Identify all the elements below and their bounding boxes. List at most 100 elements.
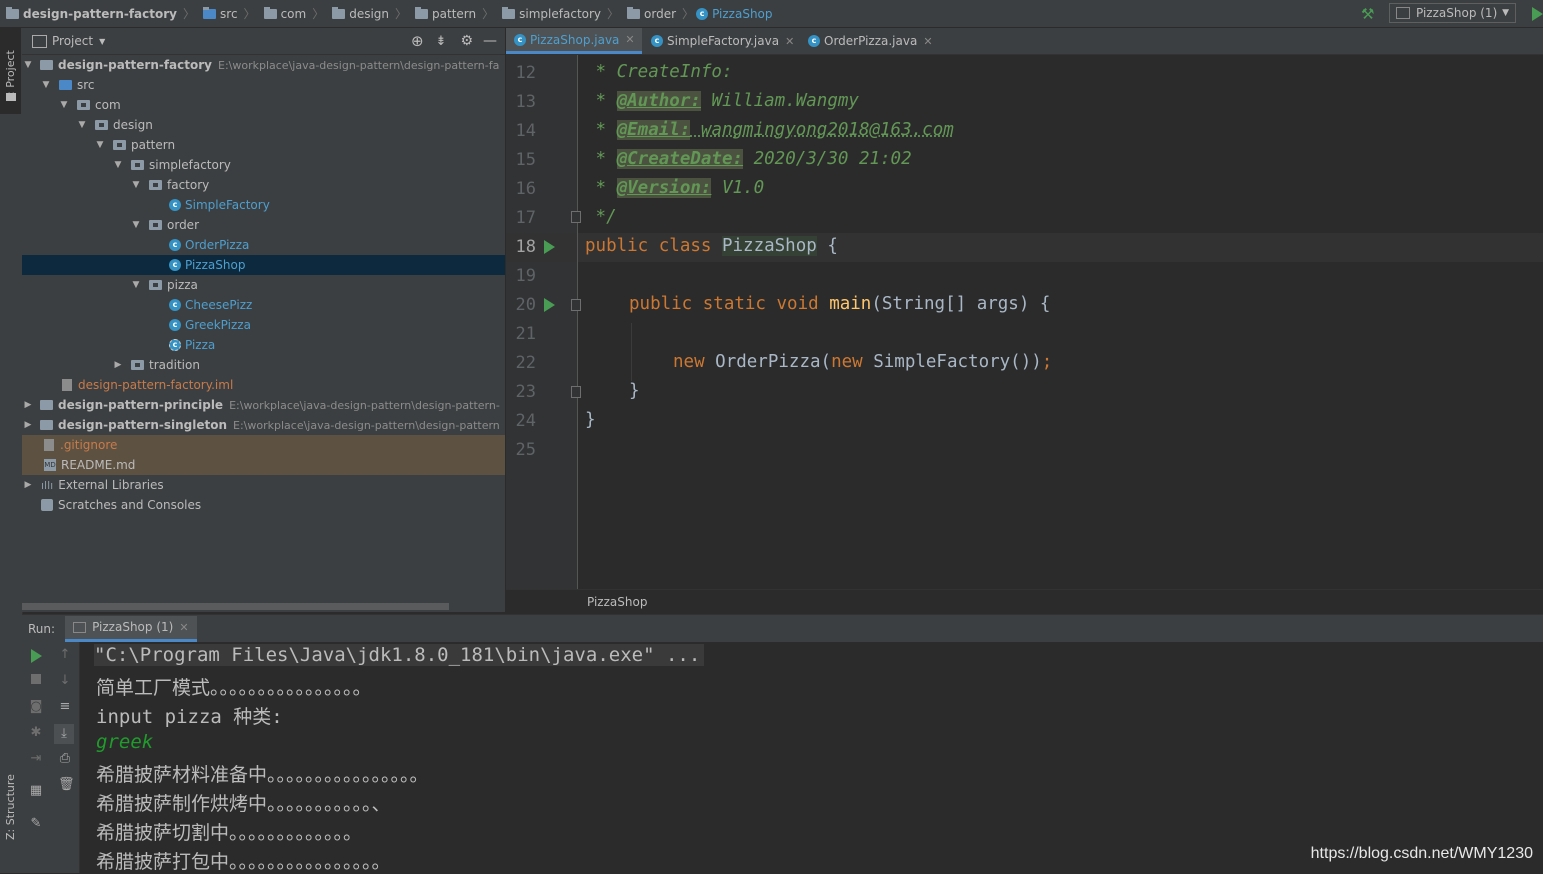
rerun-icon[interactable] <box>31 649 42 663</box>
project-tool-button[interactable]: 1: Project <box>0 28 21 114</box>
console-input-line: greek <box>96 731 154 753</box>
tree-item-factory[interactable]: ▼ factory <box>130 175 210 195</box>
close-icon[interactable]: ✕ <box>785 35 794 48</box>
tree-item-pizza-class[interactable]: c Pizza <box>169 335 215 355</box>
file-icon <box>44 439 54 451</box>
crumb-com[interactable]: com <box>258 6 306 21</box>
camera-icon[interactable]: ◙ <box>29 700 43 714</box>
tree-item-design-pattern-singleton[interactable]: ▶ design-pattern-singleton E:\workplace\j… <box>22 415 505 435</box>
package-icon <box>415 6 429 19</box>
tree-item-src[interactable]: ▼ src <box>40 75 95 95</box>
stop-icon[interactable] <box>29 674 43 688</box>
tree-item-simplefactory[interactable]: ▼ simplefactory <box>112 155 231 175</box>
tree-item-com[interactable]: ▼ com <box>58 95 121 115</box>
project-view-icon <box>32 34 47 48</box>
arrow-down-icon[interactable]: ↓ <box>58 674 72 688</box>
tree-item-tradition[interactable]: ▶ tradition <box>112 355 200 375</box>
package-icon <box>332 6 346 19</box>
close-icon[interactable]: ✕ <box>923 35 932 48</box>
class-icon: c <box>169 299 181 311</box>
locate-icon[interactable]: ⊕ <box>411 32 424 50</box>
chevron-right-icon: ▶ <box>24 420 32 430</box>
tree-item-design[interactable]: ▼ design <box>76 115 153 135</box>
package-icon <box>149 220 162 230</box>
tree-item-pattern[interactable]: ▼ pattern <box>94 135 176 155</box>
code-line-24: } <box>585 410 596 430</box>
pin-icon[interactable]: ✎ <box>29 817 43 831</box>
fold-icon[interactable] <box>571 299 581 311</box>
chevron-right-icon: 〉 <box>482 7 495 21</box>
source-folder-icon <box>59 80 72 90</box>
run-icon[interactable] <box>1532 7 1543 21</box>
package-icon <box>113 140 126 150</box>
horizontal-scrollbar[interactable] <box>22 603 449 610</box>
trash-icon[interactable]: 🗑 <box>58 778 75 792</box>
tree-item-pizza[interactable]: ▼ pizza <box>130 275 198 295</box>
package-icon <box>95 120 108 130</box>
console-line: "C:\Program Files\Java\jdk1.8.0_181\bin\… <box>94 644 705 666</box>
line-number: 24 <box>515 411 536 431</box>
minimize-icon[interactable]: — <box>483 33 497 49</box>
tree-item-gitignore[interactable]: .gitignore <box>22 435 505 455</box>
crumb-pattern[interactable]: pattern <box>409 6 476 21</box>
tab-pizzashop-java[interactable]: c PizzaShop.java ✕ <box>506 28 642 54</box>
tab-orderpizza-java[interactable]: c OrderPizza.java ✕ <box>800 28 936 54</box>
tree-item-simplefactory-class[interactable]: c SimpleFactory <box>169 195 270 215</box>
tree-item-external-libraries[interactable]: ▶ ıllı External Libraries <box>22 475 164 495</box>
layout-icon[interactable]: ▦ <box>29 784 43 798</box>
code-line-20: public static void main(String[] args) { <box>629 294 1051 314</box>
scratches-icon <box>41 499 53 511</box>
chevron-right-icon: 〉 <box>183 7 196 21</box>
tree-item-cheesepizz-class[interactable]: c CheesePizz <box>169 295 252 315</box>
bug-icon[interactable]: ✱ <box>29 726 43 740</box>
crumb-project[interactable]: design-pattern-factory <box>0 6 177 21</box>
arrow-up-icon[interactable]: ↑ <box>58 648 72 662</box>
run-class-gutter-icon[interactable] <box>544 240 555 254</box>
structure-tool-button[interactable]: Z: Structure <box>0 770 21 860</box>
crumb-order[interactable]: order <box>621 6 676 21</box>
close-icon[interactable]: ✕ <box>625 33 634 46</box>
crumb-pizzashop[interactable]: c PizzaShop <box>696 7 773 21</box>
soft-wrap-icon[interactable]: ≡ <box>58 700 72 714</box>
crumb-simplefactory[interactable]: simplefactory <box>496 6 601 21</box>
class-icon: c <box>808 35 820 47</box>
chevron-down-icon: ▼ <box>1502 8 1509 18</box>
run-main-gutter-icon[interactable] <box>544 298 555 312</box>
tree-item-design-pattern-principle[interactable]: ▶ design-pattern-principle E:\workplace\j… <box>22 395 505 415</box>
run-tab-pizzashop[interactable]: PizzaShop (1) ✕ <box>65 615 197 642</box>
fold-icon[interactable] <box>571 211 581 223</box>
project-view-select[interactable]: Project <box>52 34 93 48</box>
package-icon <box>149 280 162 290</box>
print-icon[interactable]: ⎙ <box>58 752 72 766</box>
line-number: 16 <box>515 179 536 199</box>
tree-item-iml-file[interactable]: design-pattern-factory.iml <box>62 375 233 395</box>
collapse-all-icon[interactable]: ⇟ <box>436 34 447 49</box>
tree-item-orderpizza-class[interactable]: c OrderPizza <box>169 235 249 255</box>
build-hammer-icon[interactable]: ⚒ <box>1361 5 1374 23</box>
chevron-down-icon: ▼ <box>78 120 86 130</box>
tree-item-readme[interactable]: MD README.md <box>22 455 505 475</box>
fold-icon[interactable] <box>571 386 581 398</box>
close-icon[interactable]: ✕ <box>179 621 188 634</box>
editor-breadcrumb[interactable]: PizzaShop <box>587 595 647 609</box>
gear-icon[interactable]: ⚙ <box>460 33 473 49</box>
tree-item-pizzashop-selected[interactable]: c PizzaShop <box>22 255 505 275</box>
package-icon <box>627 6 641 19</box>
crumb-src[interactable]: src <box>197 6 238 21</box>
editor-tabs: c PizzaShop.java ✕ c SimpleFactory.java ✕ cO… <box>506 28 1543 55</box>
tree-item-order[interactable]: ▼ order <box>130 215 199 235</box>
scroll-to-end-icon[interactable]: ⤓ <box>54 724 74 744</box>
chevron-down-icon: ▼ <box>42 80 50 90</box>
chevron-down-icon[interactable]: ▼ <box>99 37 105 46</box>
console-line: 希腊披萨制作烘烤中。。。。。。。。。。。、 <box>96 793 391 815</box>
console-line: input pizza 种类: <box>96 706 283 728</box>
exit-icon[interactable]: ⇥ <box>29 752 43 766</box>
run-configuration-select[interactable]: PizzaShop (1) ▼ <box>1389 3 1516 23</box>
tree-item-greekpizza-class[interactable]: c GreekPizza <box>169 315 251 335</box>
tree-item-design-pattern-factory[interactable]: ▼ design-pattern-factory E:\workplace\jav… <box>22 55 505 75</box>
tab-simplefactory-java[interactable]: c SimpleFactory.java ✕ <box>643 28 798 54</box>
crumb-design[interactable]: design <box>326 6 389 21</box>
class-icon: c <box>514 33 526 46</box>
tree-item-scratches[interactable]: Scratches and Consoles <box>22 495 201 515</box>
project-folder-icon <box>6 93 16 101</box>
